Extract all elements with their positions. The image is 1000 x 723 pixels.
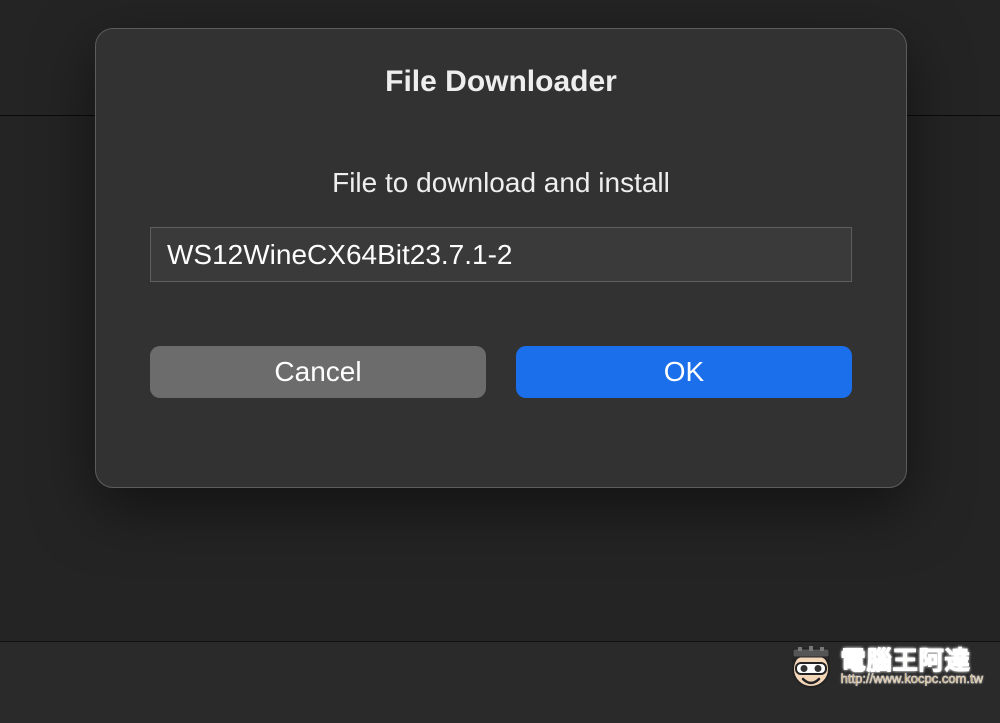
dialog-title: File Downloader (385, 65, 617, 99)
filename-input[interactable] (150, 227, 852, 282)
watermark-text: 電腦王阿達 http://www.kocpc.com.tw (841, 648, 983, 686)
button-row: Cancel OK (150, 346, 852, 398)
dialog-message: File to download and install (332, 167, 670, 199)
watermark-url: http://www.kocpc.com.tw (841, 672, 983, 686)
watermark: 電腦王阿達 http://www.kocpc.com.tw (787, 643, 983, 691)
watermark-face-icon (787, 643, 835, 691)
file-downloader-dialog: File Downloader File to download and ins… (95, 28, 907, 488)
cancel-button[interactable]: Cancel (150, 346, 486, 398)
ok-button[interactable]: OK (516, 346, 852, 398)
